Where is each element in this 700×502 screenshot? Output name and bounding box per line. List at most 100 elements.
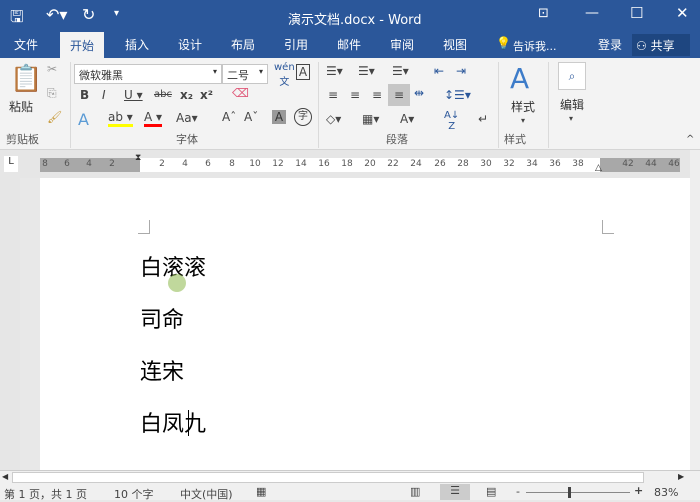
increase-indent-icon[interactable]: ⇥ bbox=[456, 64, 466, 78]
styles-dropdown-icon[interactable]: ▾ bbox=[521, 116, 525, 125]
paste-icon[interactable]: 📋 bbox=[10, 64, 42, 94]
zoom-slider[interactable] bbox=[526, 492, 630, 493]
ruler-tick: 8 bbox=[229, 159, 235, 169]
document-line[interactable]: 白凤九 bbox=[140, 406, 206, 438]
tab-view[interactable]: 视图 bbox=[443, 36, 467, 53]
multilevel-list-icon[interactable]: ☰▾ bbox=[392, 64, 409, 78]
tab-stop-selector[interactable]: L bbox=[4, 156, 18, 172]
macro-icon[interactable]: ▦ bbox=[256, 485, 266, 498]
bullets-icon[interactable]: ☰▾ bbox=[326, 64, 343, 78]
tab-file[interactable]: 文件 bbox=[14, 36, 38, 53]
grow-font-icon[interactable]: Aˆ bbox=[222, 110, 236, 124]
shading-icon[interactable]: ◇▾ bbox=[326, 112, 341, 126]
zoom-in-icon[interactable]: + bbox=[634, 484, 643, 497]
align-right-icon[interactable]: ≡ bbox=[372, 88, 382, 102]
subscript-icon[interactable]: x₂ bbox=[180, 88, 193, 102]
borders-icon[interactable]: ▦▾ bbox=[362, 112, 379, 126]
web-layout-icon[interactable]: ▤ bbox=[486, 485, 496, 498]
right-indent-marker[interactable]: △ bbox=[595, 163, 602, 173]
ruler-tick: 46 bbox=[668, 159, 680, 169]
superscript-icon[interactable]: x² bbox=[200, 88, 213, 102]
vertical-scrollbar[interactable] bbox=[690, 150, 700, 470]
vertical-ruler bbox=[0, 178, 20, 470]
sort-icon[interactable]: A↓ Z bbox=[444, 110, 459, 132]
minimize-icon[interactable]: — bbox=[585, 5, 599, 21]
customize-icon[interactable]: ▾ bbox=[114, 8, 119, 19]
change-case-icon[interactable]: Aa▾ bbox=[176, 111, 198, 125]
find-icon[interactable]: ⌕ bbox=[558, 62, 586, 90]
asian-layout-icon[interactable]: A▾ bbox=[400, 112, 414, 126]
numbering-icon[interactable]: ☰▾ bbox=[358, 64, 375, 78]
maximize-icon[interactable]: ☐ bbox=[630, 4, 643, 22]
paste-label[interactable]: 粘贴 bbox=[9, 98, 33, 115]
scroll-right-icon[interactable]: ▶ bbox=[678, 472, 684, 481]
character-border-icon[interactable]: A bbox=[296, 64, 310, 80]
shrink-font-icon[interactable]: Aˇ bbox=[244, 110, 258, 124]
ruler-tick: 36 bbox=[549, 159, 561, 169]
ruler-tick: 6 bbox=[64, 159, 70, 169]
copy-icon[interactable]: ⎘ bbox=[47, 86, 57, 101]
decrease-indent-icon[interactable]: ⇤ bbox=[434, 64, 444, 78]
format-painter-icon[interactable]: 🖌 bbox=[47, 110, 62, 124]
ribbon-display-icon[interactable]: ⊡ bbox=[538, 6, 549, 21]
document-line[interactable]: 连宋 bbox=[140, 354, 184, 386]
enclose-characters-icon[interactable]: 字 bbox=[294, 108, 312, 126]
horizontal-scrollbar[interactable]: ◀ ▶ bbox=[0, 470, 700, 485]
text-effects-icon[interactable]: A bbox=[78, 110, 89, 129]
text-cursor bbox=[188, 410, 189, 436]
cut-icon[interactable]: ✂ bbox=[47, 62, 57, 76]
clear-formatting-icon[interactable]: ⌫ bbox=[232, 86, 249, 100]
ruler-tick: 2 bbox=[109, 159, 115, 169]
save-icon[interactable]: 🖫 bbox=[10, 6, 24, 33]
tab-design[interactable]: 设计 bbox=[178, 36, 202, 53]
tab-references[interactable]: 引用 bbox=[284, 36, 308, 53]
editing-button[interactable]: 编辑 bbox=[560, 96, 584, 113]
zoom-slider-thumb[interactable] bbox=[568, 487, 572, 498]
styles-group-label: 样式 bbox=[504, 133, 526, 146]
zoom-out-icon[interactable]: - bbox=[516, 485, 520, 498]
bold-icon[interactable]: B bbox=[80, 88, 89, 102]
justify-icon[interactable]: ≡ bbox=[388, 84, 410, 106]
italic-icon[interactable]: I bbox=[102, 88, 106, 102]
print-layout-icon[interactable]: ☰ bbox=[440, 484, 470, 500]
document-page[interactable] bbox=[40, 178, 690, 470]
font-color-icon[interactable]: A ▾ bbox=[144, 110, 163, 127]
font-size-select[interactable]: 二号 ▾ bbox=[222, 64, 268, 84]
tab-review[interactable]: 审阅 bbox=[390, 36, 414, 53]
sign-in-link[interactable]: 登录 bbox=[598, 36, 622, 53]
ruler-tick: 18 bbox=[341, 159, 353, 169]
character-shading-icon[interactable]: A bbox=[272, 110, 286, 124]
undo-icon[interactable]: ↶▾ bbox=[46, 5, 67, 24]
read-mode-icon[interactable]: ▥ bbox=[410, 485, 420, 498]
close-icon[interactable]: ✕ bbox=[676, 4, 689, 22]
document-line[interactable]: 司命 bbox=[140, 302, 184, 334]
styles-icon[interactable]: A bbox=[510, 62, 529, 95]
tab-mailings[interactable]: 邮件 bbox=[337, 36, 361, 53]
editing-dropdown-icon[interactable]: ▾ bbox=[569, 114, 573, 123]
show-marks-icon[interactable]: ↵ bbox=[478, 112, 488, 126]
align-center-icon[interactable]: ≡ bbox=[350, 88, 360, 102]
share-button[interactable]: ⚇ 共享 bbox=[632, 34, 690, 56]
phonetic-guide-icon[interactable]: wén 文 bbox=[274, 62, 295, 88]
zoom-level[interactable]: 83% bbox=[654, 486, 678, 499]
clipboard-group-label: 剪贴板 bbox=[6, 133, 39, 146]
underline-icon[interactable]: U ▾ bbox=[124, 88, 143, 102]
redo-icon[interactable]: ↻ bbox=[82, 5, 95, 24]
tab-home[interactable]: 开始 bbox=[60, 32, 105, 58]
indent-marker[interactable]: ⧗ bbox=[135, 153, 141, 163]
line-spacing-icon[interactable]: ↕☰▾ bbox=[444, 88, 471, 102]
collapse-ribbon-icon[interactable]: ^ bbox=[686, 134, 694, 145]
tab-insert[interactable]: 插入 bbox=[125, 36, 149, 53]
highlight-color-icon[interactable]: ab ▾ bbox=[108, 110, 133, 127]
crop-mark bbox=[138, 220, 150, 234]
font-name-select[interactable]: 微软雅黑 ▾ bbox=[74, 64, 222, 84]
distributed-icon[interactable]: ⇹ bbox=[414, 86, 424, 100]
tell-me-search[interactable]: 告诉我... bbox=[513, 38, 557, 54]
tab-layout[interactable]: 布局 bbox=[231, 36, 255, 53]
strikethrough-icon[interactable]: abc bbox=[154, 89, 172, 100]
scroll-left-icon[interactable]: ◀ bbox=[2, 472, 8, 481]
status-bar: 第 1 页，共 1 页 10 个字 中文(中国) ▦ ▥ ☰ ▤ - + 83% bbox=[0, 484, 700, 501]
styles-button[interactable]: 样式 bbox=[511, 98, 535, 115]
scroll-thumb[interactable] bbox=[12, 472, 644, 483]
align-left-icon[interactable]: ≡ bbox=[328, 88, 338, 102]
